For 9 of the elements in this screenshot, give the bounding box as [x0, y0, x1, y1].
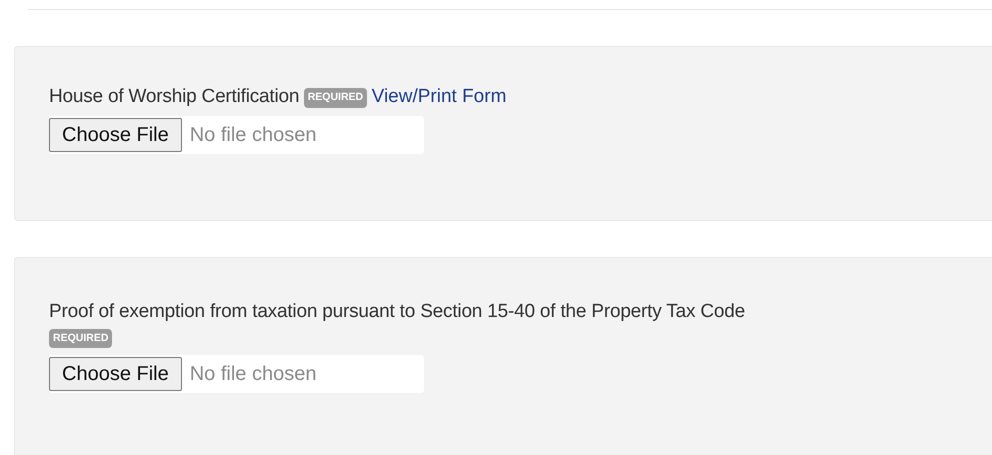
required-badge: REQUIRED — [49, 328, 112, 348]
file-status: No file chosen — [190, 362, 316, 386]
choose-file-button[interactable]: Choose File — [49, 118, 182, 152]
field-label: Proof of exemption from taxation pursuant to Section 15-40 of the Property Tax Code — [49, 301, 745, 322]
field-label: House of Worship Certification — [49, 86, 300, 107]
file-status: No file chosen — [190, 122, 316, 148]
required-badge: REQUIRED — [304, 88, 368, 108]
choose-file-button[interactable]: Choose File — [49, 356, 182, 390]
view-print-link[interactable]: View/Print Form — [372, 86, 506, 107]
